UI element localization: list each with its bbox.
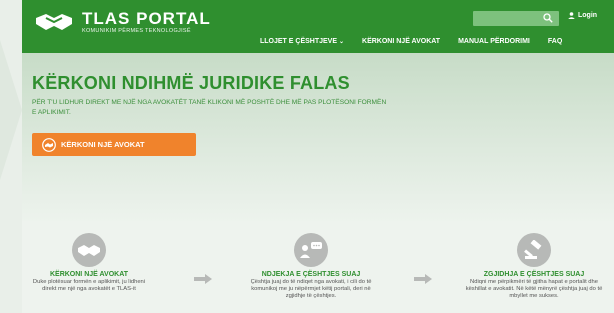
decorative-triangle xyxy=(0,40,22,180)
logo-subtitle: KOMUNIKIM PËRMES TEKNOLOGJISË xyxy=(82,28,191,34)
step-circle xyxy=(294,233,328,267)
top-bar: TLAS PORTAL KOMUNIKIM PËRMES TEKNOLOGJIS… xyxy=(22,0,614,53)
step-follow-case: NDJEKJA E ÇËSHTJES SUAJ Çështja juaj do … xyxy=(246,233,376,300)
steps-section: KËRKONI NJË AVOKAT Duke plotësuar formën… xyxy=(22,221,614,313)
people-chat-icon xyxy=(300,242,322,258)
nav-label: LLOJET E ÇËSHTJEVE xyxy=(260,38,338,45)
nav-item-llojet[interactable]: LLOJET E ÇËSHTJEVE ⌄ xyxy=(260,38,344,45)
step-description: Ndiqni me përpikmëri të gjitha hapat e p… xyxy=(465,279,603,299)
step-title: KËRKONI NJË AVOKAT xyxy=(49,271,129,278)
main-nav: LLOJET E ÇËSHTJEVE ⌄ KËRKONI NJË AVOKAT … xyxy=(260,38,580,45)
find-lawyer-button[interactable]: KËRKONI NJË AVOKAT xyxy=(32,133,196,156)
nav-label: MANUAL PËRDORIMI xyxy=(458,38,530,45)
step-title: NDJEKJA E ÇËSHTJES SUAJ xyxy=(261,271,361,278)
gavel-icon xyxy=(524,240,542,259)
user-icon xyxy=(568,12,575,19)
logo-title: TLAS PORTAL xyxy=(82,9,211,28)
nav-item-kerkoni[interactable]: KËRKONI NJË AVOKAT xyxy=(362,38,440,45)
chevron-down-icon: ⌄ xyxy=(338,39,345,45)
nav-item-manual[interactable]: MANUAL PËRDORIMI xyxy=(458,38,530,45)
search-icon[interactable] xyxy=(543,13,553,23)
search-input[interactable] xyxy=(473,11,559,26)
portal-shell: TLAS PORTAL KOMUNIKIM PËRMES TEKNOLOGJIS… xyxy=(22,0,614,313)
arrow-right-icon xyxy=(414,274,432,284)
hero-section: KËRKONI NDIHMË JURIDIKE FALAS PËR T'U LI… xyxy=(22,53,614,221)
handshake-icon xyxy=(42,137,56,152)
nav-label: KËRKONI NJË AVOKAT xyxy=(362,38,441,45)
login-button[interactable]: Login xyxy=(568,12,597,19)
page: TLAS PORTAL KOMUNIKIM PËRMES TEKNOLOGJIS… xyxy=(0,0,614,313)
step-find-lawyer: KËRKONI NJË AVOKAT Duke plotësuar formën… xyxy=(28,233,150,293)
hero-title: KËRKONI NDIHMË JURIDIKE FALAS xyxy=(32,73,350,93)
arrow-right-icon xyxy=(194,274,212,284)
step-circle xyxy=(517,233,551,267)
handshake-icon xyxy=(36,14,72,31)
hero-text: PËR T'U LIDHUR DIREKT ME NJË NGA AVOKATË… xyxy=(32,99,387,116)
nav-item-faq[interactable]: FAQ xyxy=(548,38,562,45)
step-title: ZGJIDHJA E ÇËSHTJES SUAJ xyxy=(483,271,585,278)
step-circle xyxy=(72,233,106,267)
step-description: Duke plotësuar formën e aplikimit, ju li… xyxy=(32,279,146,292)
nav-label: FAQ xyxy=(547,38,563,45)
step-description: Çështja juaj do të ndiqet nga avokati, i… xyxy=(250,279,372,299)
login-label: Login xyxy=(578,12,598,19)
find-lawyer-label: KËRKONI NJË AVOKAT xyxy=(61,140,145,149)
logo[interactable]: TLAS PORTAL KOMUNIKIM PËRMES TEKNOLOGJIS… xyxy=(34,10,211,35)
step-resolve-case: ZGJIDHJA E ÇËSHTJES SUAJ Ndiqni me përpi… xyxy=(464,233,604,300)
handshake-icon xyxy=(78,245,100,256)
